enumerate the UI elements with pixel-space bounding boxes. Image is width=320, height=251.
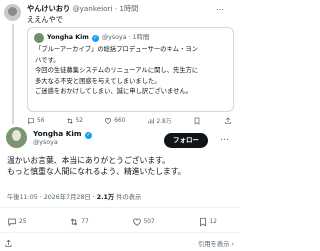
reply-tweet[interactable]: やんけいおり @yankeiori · 1時間 … ええんやで Yongha K…	[0, 0, 240, 124]
like-button[interactable]: 660	[104, 117, 125, 125]
quoted-line: 多大なる不安と困惑を与えてしまいました。	[35, 77, 161, 85]
reply-action-bar: 56 52 660 2.8万	[27, 116, 234, 125]
bookmark-count: 12	[209, 219, 217, 225]
like-count: 660	[114, 117, 126, 124]
avatar	[34, 33, 44, 43]
timestamp[interactable]: 1時間	[119, 4, 138, 13]
bookmark-icon	[199, 217, 206, 227]
bookmark-button[interactable]	[193, 117, 203, 125]
repost-icon	[67, 117, 73, 124]
heart-icon	[132, 218, 141, 226]
bookmark-button[interactable]: 12	[198, 217, 217, 227]
views-icon	[147, 117, 154, 124]
quoted-tweet[interactable]: Yongha Kim ✓ @ysoya · 1時間 「ブルーアーカイブ」の総括プ…	[27, 27, 234, 112]
author-handle[interactable]: @yankeiori	[72, 4, 112, 13]
author-name[interactable]: Yongha Kim	[33, 129, 81, 138]
repost-icon	[71, 218, 78, 226]
avatar[interactable]	[4, 4, 21, 21]
reply-button[interactable]: 56	[27, 117, 44, 125]
tweet-line: もっと慎重な人間になれるよう、精進いたします。	[7, 167, 186, 176]
quoted-line: 「ブルーアーカイブ」の総括プロデューサーのキム・ヨン	[35, 46, 198, 53]
verified-badge-icon: ✓	[91, 35, 99, 42]
quoted-line: ハです。	[35, 56, 60, 64]
more-icon[interactable]: …	[220, 134, 229, 143]
like-button[interactable]: 507	[132, 217, 155, 227]
views-button[interactable]: 2.8万	[147, 116, 172, 125]
quoted-line: 今回の生徒募集システムのリニューアルに関し、先生方に	[35, 67, 199, 74]
thread-line	[12, 24, 14, 124]
view-quotes-link[interactable]: 引用を表示 ›	[198, 239, 234, 248]
author-name[interactable]: やんけいおり	[27, 4, 70, 13]
tweet-line: 温かいお言葉、本当にありがとうございます。	[7, 156, 170, 165]
reply-icon	[8, 218, 16, 227]
share-icon	[225, 117, 231, 124]
reply-button[interactable]: 25	[7, 217, 26, 227]
share-icon[interactable]	[4, 239, 13, 248]
reply-count: 25	[19, 219, 27, 225]
reply-icon	[28, 117, 34, 124]
tweet-meta: 午後11:05 · 2026年7月28日 · 2.1万 件の表示	[7, 193, 141, 202]
follow-button[interactable]: フォロー	[164, 133, 208, 148]
author-handle: @ysoya	[101, 34, 127, 41]
reply-count: 56	[37, 117, 45, 124]
avatar[interactable]	[6, 127, 27, 148]
author-name: Yongha Kim	[47, 34, 89, 41]
repost-button[interactable]: 52	[66, 117, 83, 125]
tweet-text: ええんやで	[27, 15, 63, 24]
more-icon[interactable]: …	[216, 3, 224, 12]
view-count: 2.8万	[156, 119, 172, 125]
heart-icon	[105, 117, 112, 124]
view-label: 件の表示	[114, 194, 142, 201]
repost-button[interactable]: 77	[69, 217, 89, 227]
main-tweet-text: 温かいお言葉、本当にありがとうございます。 もっと慎重な人間になれるよう、精進い…	[7, 155, 235, 177]
quoted-text: 「ブルーアーカイブ」の総括プロデューサーのキム・ヨン ハです。 今回の生徒募集シ…	[35, 45, 233, 98]
bookmark-icon	[194, 117, 200, 125]
divider	[0, 232, 240, 233]
quoted-line: ご迷惑をおかけしてしまい、誠に申し訳ございません。	[35, 88, 193, 95]
main-author-name[interactable]: Yongha Kim ✓	[33, 129, 93, 139]
share-button[interactable]	[224, 117, 234, 125]
divider	[0, 207, 240, 208]
like-count: 507	[143, 219, 155, 225]
view-count: 2.1万	[96, 194, 115, 201]
main-action-bar: 25 77 507 12	[7, 217, 217, 227]
author-handle[interactable]: @ysoya	[33, 139, 58, 147]
timestamp: 1時間	[132, 34, 150, 41]
timestamp[interactable]: 午後11:05 · 2026年7月28日 ·	[7, 194, 97, 201]
verified-badge-icon: ✓	[85, 132, 93, 139]
reply-header: やんけいおり @yankeiori · 1時間	[27, 4, 139, 13]
repost-count: 52	[75, 117, 83, 124]
repost-count: 77	[81, 219, 89, 225]
quote-header: Yongha Kim ✓ @ysoya · 1時間	[47, 34, 150, 42]
